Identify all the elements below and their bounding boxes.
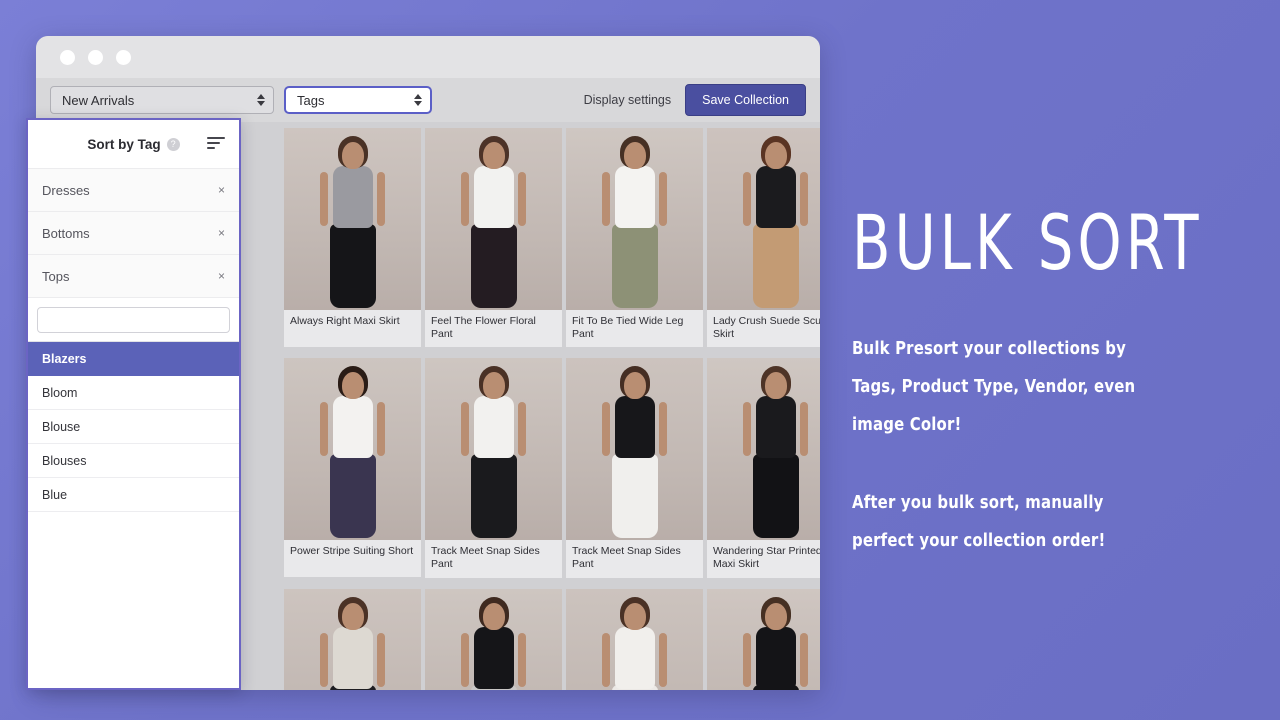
product-tile[interactable] (425, 588, 562, 690)
product-tile[interactable]: Always Right Maxi Skirt (284, 128, 421, 347)
selected-tag-row[interactable]: Dresses × (28, 168, 239, 211)
promo-heading: BULK SORT (852, 198, 1203, 287)
promo-panel: BULK SORT Bulk Presort your collections … (852, 0, 1272, 720)
chevron-updown-icon (414, 94, 422, 106)
product-tile[interactable]: Track Meet Snap Sides Pant (425, 358, 562, 578)
toolbar-actions: Display settings Save Collection (584, 84, 806, 116)
chevron-updown-icon (257, 94, 265, 106)
product-image (425, 128, 562, 310)
product-image (425, 588, 562, 690)
product-image (707, 358, 820, 541)
promo-paragraph-1: Bulk Presort your collections by Tags, P… (852, 338, 1136, 435)
product-tile[interactable] (707, 588, 820, 690)
product-title: Always Right Maxi Skirt (284, 310, 421, 347)
collection-select[interactable]: New Arrivals (50, 86, 274, 114)
tag-search-wrap (28, 297, 239, 341)
tag-option[interactable]: Blazers (28, 342, 239, 376)
selected-tag-label: Tops (42, 268, 70, 284)
product-image (425, 358, 562, 541)
product-image (284, 358, 421, 541)
app-toolbar: New Arrivals Tags Display settings Save … (36, 78, 820, 122)
product-tile[interactable]: Feel The Flower Floral Pant (425, 128, 562, 348)
tag-options-list: Blazers Bloom Blouse Blouses Blue (28, 341, 239, 512)
product-image (566, 358, 703, 541)
remove-tag-icon[interactable]: × (218, 183, 225, 197)
minimize-icon[interactable] (88, 49, 103, 65)
selected-tag-list: Dresses × Bottoms × Tops × (28, 168, 239, 297)
product-image (566, 588, 703, 690)
save-collection-button[interactable]: Save Collection (685, 84, 806, 116)
product-image (284, 588, 421, 690)
product-tile[interactable]: Fit To Be Tied Wide Leg Pant (566, 128, 703, 348)
window-titlebar (36, 36, 820, 78)
remove-tag-icon[interactable]: × (218, 226, 225, 240)
product-tile[interactable] (284, 588, 421, 690)
product-tile[interactable]: Wandering Star Printed Maxi Skirt (707, 358, 820, 578)
sort-by-select-value: Tags (297, 92, 325, 108)
display-settings-link[interactable]: Display settings (584, 93, 672, 107)
selected-tag-row[interactable]: Bottoms × (28, 211, 239, 254)
product-title: Fit To Be Tied Wide Leg Pant (566, 310, 703, 348)
product-image (707, 588, 820, 690)
product-image (566, 128, 703, 310)
sort-by-select[interactable]: Tags (284, 86, 432, 114)
product-title: Track Meet Snap Sides Pant (566, 540, 703, 578)
product-title: Power Stripe Suiting Short (284, 540, 421, 578)
selected-tag-row[interactable]: Tops × (28, 254, 239, 297)
product-tile[interactable]: Lady Crush Suede Scuba Skirt (707, 128, 820, 348)
collection-select-value: New Arrivals (62, 92, 135, 108)
close-icon[interactable] (60, 49, 75, 65)
product-tile[interactable] (566, 588, 703, 690)
remove-tag-icon[interactable]: × (218, 269, 225, 283)
tag-search-input[interactable] (37, 307, 230, 333)
product-tile[interactable]: Track Meet Snap Sides Pant (566, 358, 703, 578)
tag-option[interactable]: Blue (28, 478, 239, 512)
maximize-icon[interactable] (116, 49, 131, 65)
help-icon[interactable]: ? (166, 137, 180, 151)
selected-tag-label: Dresses (42, 182, 90, 198)
product-image (707, 128, 820, 310)
sort-by-tag-panel: Sort by Tag ? Dresses × Bottoms × Tops × Blaz… (26, 118, 241, 690)
product-title: Lady Crush Suede Scuba Skirt (707, 310, 820, 348)
sort-lines-icon[interactable] (207, 137, 225, 152)
product-tile[interactable]: Power Stripe Suiting Short (284, 358, 421, 578)
product-image (284, 128, 421, 310)
tag-option[interactable]: Blouse (28, 410, 239, 444)
selected-tag-label: Bottoms (42, 225, 90, 241)
panel-header: Sort by Tag ? (28, 120, 239, 168)
product-grid: Always Right Maxi Skirt Feel The Flower F… (284, 128, 820, 690)
panel-title: Sort by Tag (87, 136, 161, 152)
product-title: Feel The Flower Floral Pant (425, 310, 562, 348)
product-title: Track Meet Snap Sides Pant (425, 540, 562, 578)
product-title: Wandering Star Printed Maxi Skirt (707, 540, 820, 578)
tag-option[interactable]: Bloom (28, 376, 239, 410)
promo-paragraph-2: After you bulk sort, manually perfect yo… (852, 492, 1106, 551)
tag-option[interactable]: Blouses (28, 444, 239, 478)
